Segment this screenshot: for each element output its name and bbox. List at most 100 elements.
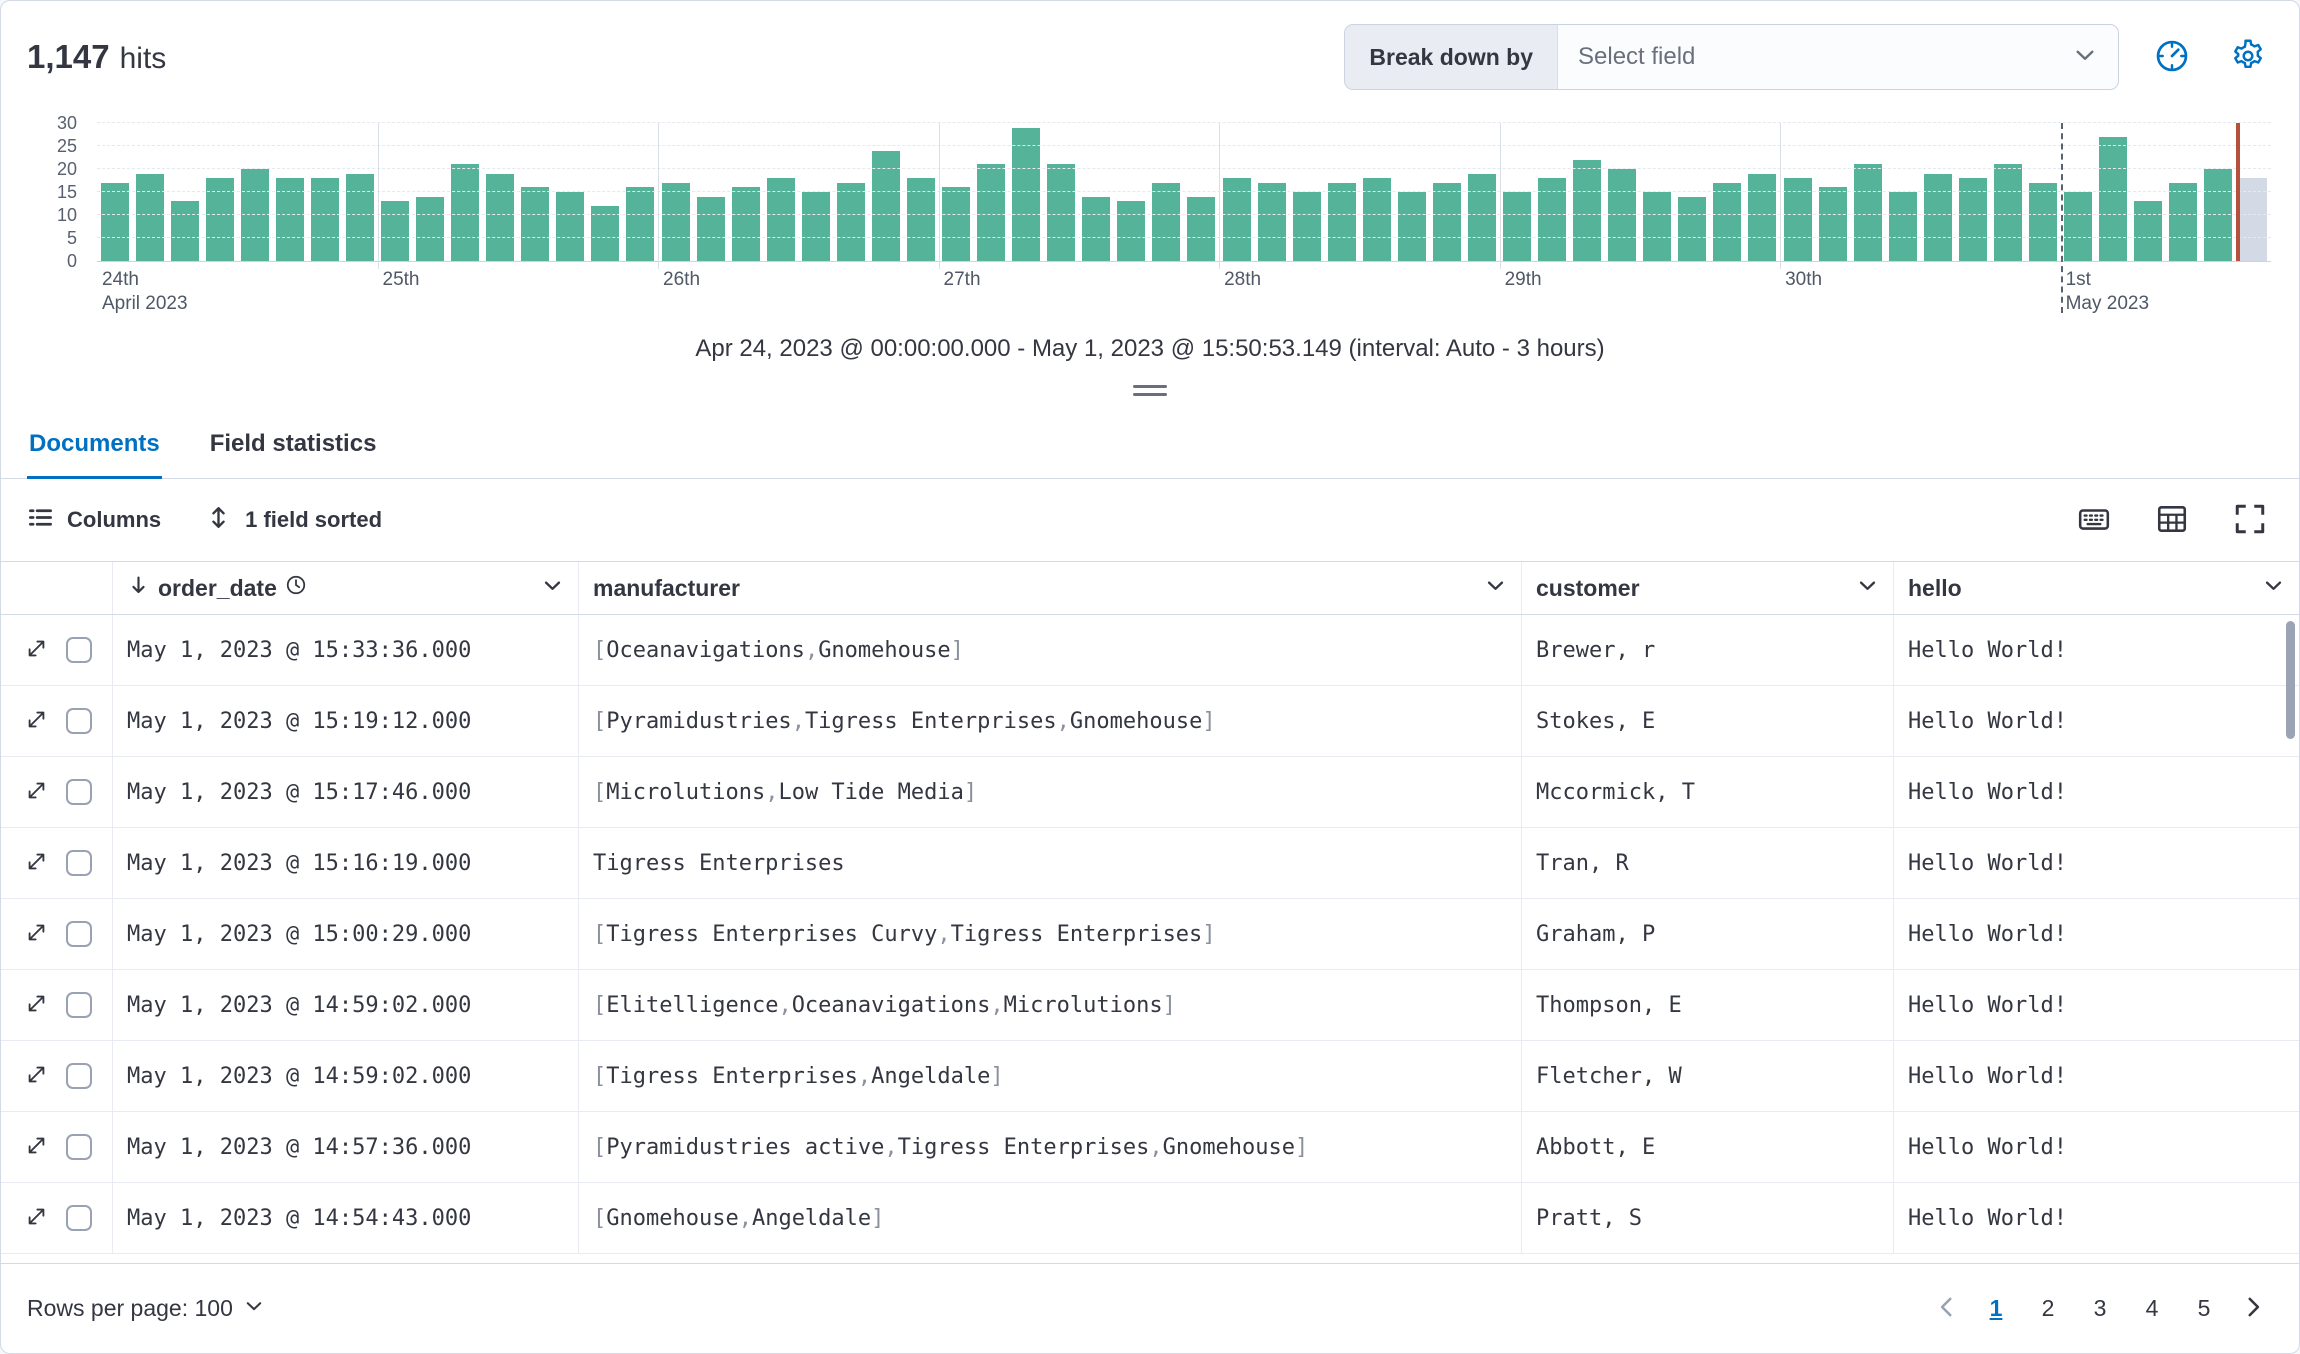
histogram-bar	[836, 182, 865, 261]
cell-hello: Hello World!	[1908, 779, 2067, 805]
breakdown-field-select[interactable]: Select field	[1558, 25, 2118, 89]
fullscreen-button[interactable]	[2227, 497, 2273, 543]
row-controls-cell	[1, 1183, 113, 1253]
header-cell-manufacturer[interactable]: manufacturer	[579, 562, 1522, 614]
display-options-button[interactable]	[2149, 497, 2195, 543]
cell-manufacturer: [Elitelligence, Oceanavigations, Microlu…	[579, 970, 1522, 1040]
y-tick-label: 25	[56, 136, 77, 156]
page-button-4[interactable]: 4	[2129, 1286, 2175, 1332]
tab-documents[interactable]: Documents	[27, 418, 162, 479]
cell-manufacturer: [Pyramidustries, Tigress Enterprises, Gn…	[579, 686, 1522, 756]
expand-document-button[interactable]	[25, 1134, 48, 1160]
column-actions-chevron-icon[interactable]	[1856, 574, 1879, 603]
cell-customer: Graham, P	[1522, 899, 1894, 969]
histogram-bar	[1327, 182, 1356, 261]
histogram-bar	[100, 182, 129, 261]
keyboard-shortcuts-button[interactable]	[2071, 497, 2117, 543]
rows-per-page-button[interactable]: Rows per page: 100	[27, 1295, 265, 1323]
expand-document-button[interactable]	[25, 637, 48, 663]
breakdown-placeholder: Select field	[1578, 43, 1696, 70]
x-tick-label: 26th	[663, 269, 701, 290]
table-row: May 1, 2023 @ 14:57:36.000[Pyramidustrie…	[1, 1112, 2299, 1183]
settings-button[interactable]	[2225, 34, 2271, 80]
cell-manufacturer: [Oceanavigations, Gnomehouse]	[579, 615, 1522, 685]
cell-order-date: May 1, 2023 @ 14:59:02.000	[113, 1041, 579, 1111]
view-tabs: Documents Field statistics	[1, 418, 2299, 479]
select-row-checkbox[interactable]	[66, 779, 92, 805]
select-row-checkbox[interactable]	[66, 921, 92, 947]
histogram-bar	[1047, 164, 1076, 261]
histogram-bar	[1923, 173, 1952, 261]
vertical-scrollbar[interactable]	[2286, 621, 2295, 739]
columns-list-icon	[27, 504, 54, 537]
gear-icon	[2230, 38, 2266, 77]
expand-document-button[interactable]	[25, 1205, 48, 1231]
fullscreen-icon	[2233, 502, 2267, 539]
header-cell-customer[interactable]: customer	[1522, 562, 1894, 614]
expand-document-button[interactable]	[25, 992, 48, 1018]
select-row-checkbox[interactable]	[66, 1063, 92, 1089]
pagination: 12345	[1927, 1286, 2273, 1332]
cell-hello: Hello World!	[1908, 992, 2067, 1018]
previous-page-button[interactable]	[1927, 1289, 1967, 1329]
columns-button[interactable]: Columns	[27, 504, 161, 537]
header-cell-order_date[interactable]: order_date	[113, 562, 579, 614]
histogram-bar	[2064, 192, 2093, 261]
cell-manufacturer: [Tigress Enterprises Curvy, Tigress Ente…	[579, 899, 1522, 969]
histogram-bar	[1888, 192, 1917, 261]
select-row-checkbox[interactable]	[66, 1205, 92, 1231]
table-row: May 1, 2023 @ 15:17:46.000[Microlutions,…	[1, 757, 2299, 828]
cell-hello: Hello World!	[1908, 1205, 2067, 1231]
expand-document-button[interactable]	[25, 921, 48, 947]
expand-document-button[interactable]	[25, 850, 48, 876]
day-gridline	[1780, 123, 1782, 269]
expand-document-button[interactable]	[25, 708, 48, 734]
cell-manufacturer: [Pyramidustries active, Tigress Enterpri…	[579, 1112, 1522, 1182]
sort-fields-button[interactable]: 1 field sorted	[205, 504, 382, 537]
select-row-checkbox[interactable]	[66, 992, 92, 1018]
chart-plot[interactable]	[97, 122, 2271, 313]
header-cell-hello[interactable]: hello	[1894, 562, 2299, 614]
chart-resize-handle[interactable]	[1133, 385, 1167, 396]
chart-options-button[interactable]	[2149, 34, 2195, 80]
cell-order-date: May 1, 2023 @ 15:16:19.000	[113, 828, 579, 898]
page-button-5[interactable]: 5	[2181, 1286, 2227, 1332]
tab-field-statistics[interactable]: Field statistics	[208, 418, 379, 479]
histogram-bar	[1643, 192, 1672, 261]
histogram-bar	[1397, 192, 1426, 261]
chevron-left-icon	[1934, 1294, 1960, 1323]
select-row-checkbox[interactable]	[66, 708, 92, 734]
column-actions-chevron-icon[interactable]	[2262, 574, 2285, 603]
current-time-marker	[2235, 123, 2240, 261]
cell-order-date: May 1, 2023 @ 15:33:36.000	[113, 615, 579, 685]
page-button-3[interactable]: 3	[2077, 1286, 2123, 1332]
cell-hello: Hello World!	[1908, 850, 2067, 876]
column-label: customer	[1536, 574, 1640, 601]
page-button-2[interactable]: 2	[2025, 1286, 2071, 1332]
column-actions-chevron-icon[interactable]	[541, 574, 564, 603]
histogram-bar	[1608, 169, 1637, 261]
column-label: hello	[1908, 574, 1962, 601]
columns-label: Columns	[67, 507, 162, 532]
cell-hello: Hello World!	[1908, 921, 2067, 947]
expand-document-button[interactable]	[25, 1063, 48, 1089]
expand-document-button[interactable]	[25, 779, 48, 805]
histogram-bar	[801, 192, 830, 261]
histogram-bar	[1257, 182, 1286, 261]
cell-customer: Fletcher, W	[1522, 1041, 1894, 1111]
gridline	[97, 122, 2271, 123]
row-controls-cell	[1, 757, 113, 827]
histogram-bar	[135, 173, 164, 261]
column-actions-chevron-icon[interactable]	[1484, 574, 1507, 603]
histogram-bar	[942, 187, 971, 261]
select-row-checkbox[interactable]	[66, 850, 92, 876]
histogram-bar	[1117, 201, 1146, 261]
select-row-checkbox[interactable]	[66, 1134, 92, 1160]
page-button-1[interactable]: 1	[1973, 1286, 2019, 1332]
chevron-right-icon	[2240, 1294, 2266, 1323]
select-row-checkbox[interactable]	[66, 637, 92, 663]
next-page-button[interactable]	[2233, 1289, 2273, 1329]
histogram-bar	[2028, 182, 2057, 261]
cell-hello: Hello World!	[1908, 1134, 2067, 1160]
cell-customer: Tran, R	[1522, 828, 1894, 898]
